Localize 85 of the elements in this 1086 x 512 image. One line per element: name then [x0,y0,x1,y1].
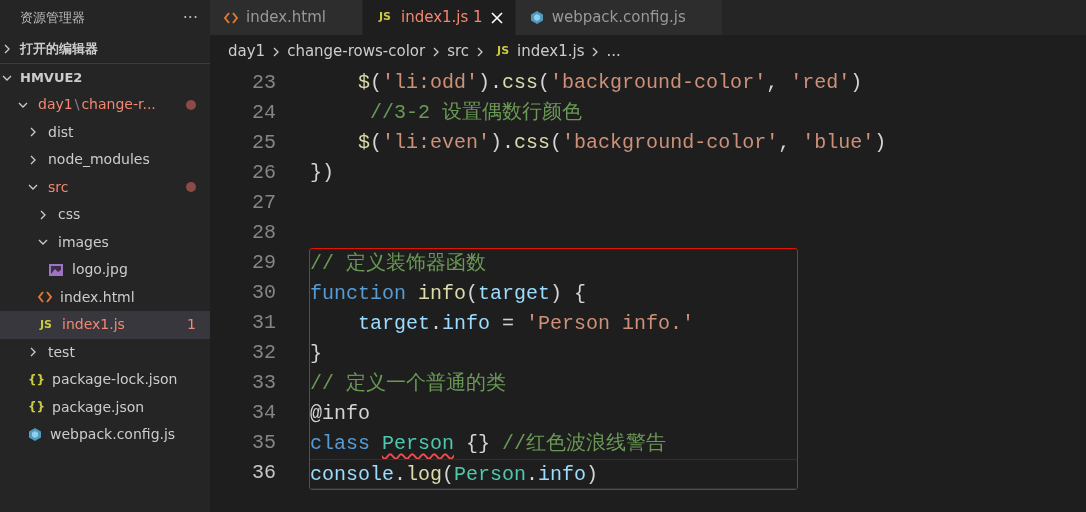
code-line: // 定义装饰器函数 [310,252,486,275]
modified-dot [186,99,196,110]
chevron-right-icon[interactable] [2,44,12,54]
file-name: change-r... [81,96,156,113]
section-header[interactable]: 打开的编辑器 [0,35,210,63]
file-name: index.html [60,288,135,305]
file-name: dist [48,123,74,140]
code-line: @info [310,402,371,425]
editor-tab[interactable]: webpack.config.js [515,0,722,35]
breadcrumb-item[interactable]: ... [606,40,621,63]
js-file-icon: JS [38,316,54,333]
breadcrumb-item[interactable]: src [447,40,470,63]
cube-icon [28,427,42,443]
code-line: class Person {} //红色波浪线警告 [310,432,667,455]
file-tree-item[interactable]: logo.jpg [0,256,210,284]
file-tree-item[interactable]: JS index1.js 1 [0,311,210,339]
cube-icon [529,10,544,25]
line-number: 26 [251,160,276,186]
code-line: function info(target) { [310,282,587,305]
editor-tab[interactable]: index.html [210,0,362,35]
line-number: 36 [251,460,276,486]
file-name: images [58,233,109,250]
json-file-icon: {} [28,398,44,417]
line-number: 33 [251,370,276,396]
code-line: // 定义一个普通的类 [310,372,506,395]
file-name: day1 [38,96,73,113]
chevron-right-icon[interactable] [38,209,48,220]
json-file-icon: {} [28,370,44,389]
code-line: console.log(Person.info) [310,463,599,486]
file-tree-item[interactable]: images [0,228,210,256]
code-line: $('li:even').css('background-color', 'blue') [357,131,887,154]
code-line: $('li:odd').css('background-color', 'red') [357,71,863,94]
file-name: node_modules [48,151,150,168]
more-actions-button[interactable]: ··· [182,5,198,30]
line-number: 32 [251,340,276,366]
chevron-right-icon[interactable] [28,154,38,165]
file-tree-item[interactable]: day1\change-r... [0,91,210,119]
code-line: //3-2 设置偶数行颜色 [369,101,583,124]
code-brackets-icon [224,11,238,24]
file-tree-item[interactable]: webpack.config.js [0,421,210,449]
modified-dot [186,182,196,193]
file-name: webpack.config.js [50,426,176,443]
line-number: 27 [251,190,276,216]
line-number: 35 [251,430,276,456]
file-tree-item[interactable]: css [0,201,210,229]
file-tree-item[interactable]: src [0,173,210,201]
editor-tab[interactable]: JS index1.js 1 [363,0,515,35]
line-number: 23 [251,70,276,96]
chevron-right-icon[interactable] [28,347,38,358]
file-name: css [58,206,81,223]
file-tree-item[interactable]: index.html [0,283,210,311]
file-name: index1.js [62,316,125,333]
close-icon[interactable] [490,11,503,24]
problem-count: 1 [187,315,196,335]
line-number: 31 [251,310,276,336]
line-number: 28 [251,220,276,246]
section-header[interactable]: HMVUE2 [0,63,210,91]
path-separator: \ [74,96,80,113]
code-line: }) [310,161,334,184]
file-tree-item[interactable]: {} package-lock.json [0,366,210,394]
line-number: 29 [251,250,276,276]
chevron-right-icon[interactable] [28,127,38,138]
line-number: 34 [251,400,276,426]
js-file-icon: JS [377,9,393,26]
line-number: 24 [251,100,276,126]
breadcrumb-item[interactable]: change-rows-color [287,40,426,63]
file-name: package.json [52,398,145,415]
code-line: } [310,342,322,365]
image-file-icon [48,262,64,277]
code-brackets-icon [38,291,52,304]
file-tree-item[interactable]: node_modules [0,146,210,174]
file-tree-item[interactable]: test [0,338,210,366]
file-name: test [48,343,75,360]
sidebar-title: 资源管理器 [20,8,85,27]
breadcrumb-item[interactable]: day1 [228,40,266,63]
code-line: target.info = 'Person info.' [357,312,695,335]
file-name: logo.jpg [72,261,128,278]
file-name: src [48,178,69,195]
line-number: 30 [251,280,276,306]
file-name: package-lock.json [52,371,178,388]
file-tree-item[interactable]: {} package.json [0,393,210,421]
js-file-icon: JS [495,43,512,60]
breadcrumb-item[interactable]: index1.js [517,40,585,63]
line-number: 25 [251,130,276,156]
file-tree-item[interactable]: dist [0,118,210,146]
